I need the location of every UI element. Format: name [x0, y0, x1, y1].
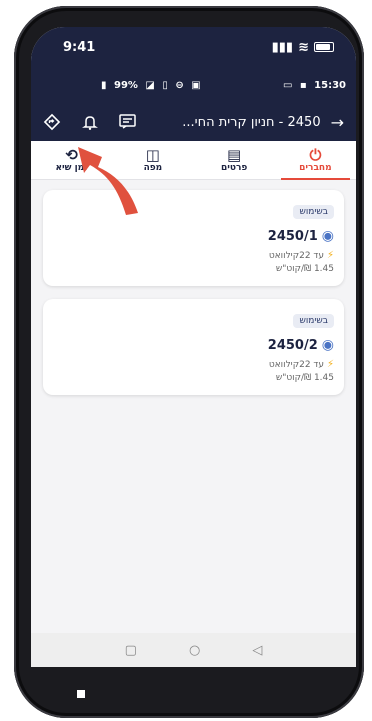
recents-icon[interactable]: ▢ — [125, 643, 137, 658]
connector-price: 1.45 ₪/קוט"ש — [275, 373, 334, 383]
android-status-bar: ▮ 99% ◪ ▯ ⊖ ▣ ▭ ▪ 15:30 — [31, 67, 356, 103]
back-arrow-icon[interactable]: → — [331, 113, 344, 132]
gallery-icon: ▪ — [299, 79, 307, 91]
station-title: 2450 - חניון קרית החי... — [182, 114, 321, 130]
app-bar: 2450 - חניון קרית החי... → — [31, 103, 356, 141]
home-indicator — [77, 690, 85, 698]
report-icon[interactable] — [117, 111, 139, 133]
annotation-arrow-icon — [78, 147, 138, 215]
clipboard-icon: ▤ — [227, 146, 242, 164]
cast-icon: ▭ — [282, 79, 293, 91]
map-icon: ◫ — [145, 146, 160, 164]
dnd-icon: ⊖ — [175, 79, 184, 91]
bolt-icon: ⚡ — [326, 250, 334, 261]
ios-time: 9:41 — [63, 39, 96, 55]
tab-connectors[interactable]: ⏻ מחברים — [275, 141, 356, 180]
tab-details-label: פרטים — [220, 163, 248, 173]
battery-small-icon: ▮ — [101, 79, 107, 91]
battery-icon — [314, 42, 334, 52]
connector-card[interactable]: בשימוש ◉ 2450/2 ⚡ עד 22קילוואט 1.45 ₪/קו… — [43, 299, 344, 395]
connector-type-icon: ◉ — [321, 228, 334, 244]
status-badge: בשימוש — [293, 314, 334, 328]
plug-icon: ⏻ — [309, 146, 322, 164]
nfc-icon: ◪ — [145, 79, 155, 91]
connector-name: 2450/2 — [267, 337, 318, 353]
connector-power: עד 22קילוואט — [268, 250, 324, 261]
tab-connectors-label: מחברים — [299, 163, 332, 173]
home-icon[interactable]: ○ — [189, 643, 200, 658]
android-nav-bar: ▢ ○ ◁ — [31, 633, 356, 667]
connector-price: 1.45 ₪/קוט"ש — [275, 264, 334, 274]
vibrate-icon: ▯ — [162, 79, 168, 91]
cellular-signal-icon: ▮▮▮ — [271, 39, 294, 55]
tab-details[interactable]: ▤ פרטים — [194, 141, 275, 179]
notification-icon: ▣ — [191, 79, 201, 91]
back-icon[interactable]: ◁ — [252, 643, 262, 658]
status-badge: בשימוש — [293, 205, 334, 219]
bell-icon[interactable] — [79, 111, 101, 133]
wifi-icon: ≋ — [298, 39, 309, 55]
app-screen: 9:41 ▮▮▮ ≋ ▮ 99% ◪ ▯ ⊖ ▣ ▭ ▪ 15:30 2450 … — [31, 27, 356, 667]
android-clock: 15:30 — [314, 79, 346, 91]
connector-name: 2450/1 — [267, 228, 318, 244]
ios-status-bar: 9:41 ▮▮▮ ≋ — [31, 27, 356, 67]
directions-icon[interactable] — [41, 111, 63, 133]
connector-power: עד 22קילוואט — [268, 359, 324, 370]
tab-map-label: מפה — [143, 163, 163, 173]
bolt-icon: ⚡ — [326, 359, 334, 370]
connector-type-icon: ◉ — [321, 337, 334, 353]
battery-percent: 99% — [114, 79, 138, 91]
